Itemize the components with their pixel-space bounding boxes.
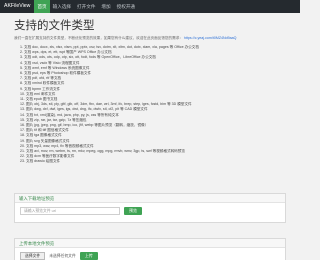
feedback-link[interactable]: https://c.yeaj.com/t0MZ4Nd9aaQ bbox=[184, 36, 237, 40]
format-list-text: 文档 dcm 等医疗数字影像文件 bbox=[26, 154, 75, 159]
preview-button[interactable]: 预览 bbox=[124, 207, 142, 215]
format-list-text: 文档 tga 图像格式文件 bbox=[26, 133, 62, 138]
format-list-text: 图片 jpg, jpeg, png, gif, bmp, ico, jfif, … bbox=[26, 123, 149, 128]
format-list-text: 图片 svg 矢量图像格式文件 bbox=[26, 138, 70, 143]
intro-body: 我们一直在扩展支持的文件类型，不断优化预览的效果，如果您有什么建议，欢迎在此页面… bbox=[14, 36, 183, 40]
format-list-text: 文档 mp3, wav, mp4, flv 等音视频格式文件 bbox=[26, 143, 94, 148]
format-list-number: 15. bbox=[20, 117, 25, 122]
format-list-number: 22. bbox=[20, 154, 25, 159]
format-list-number: 7. bbox=[20, 76, 23, 81]
format-list-number: 5. bbox=[20, 65, 23, 70]
format-list-number: 16. bbox=[20, 123, 25, 128]
format-list-number: 2. bbox=[20, 50, 23, 55]
format-list-number: 12. bbox=[20, 102, 25, 107]
intro-text: 我们一直在扩展支持的文件类型，不断优化预览的效果，如果您有什么建议，欢迎在此页面… bbox=[14, 36, 288, 41]
format-list-number: 4. bbox=[20, 60, 23, 65]
format-list-number: 1. bbox=[20, 45, 23, 49]
nav-item-license[interactable]: 授权开通 bbox=[114, 0, 138, 13]
format-list-number: 19. bbox=[20, 138, 25, 143]
format-list-number: 11. bbox=[20, 97, 25, 102]
file-status: 未选择任何文件 bbox=[49, 253, 76, 258]
format-list-number: 3. bbox=[20, 55, 23, 60]
nav-item-open-file[interactable]: 打开文件 bbox=[74, 0, 98, 13]
url-preview-panel: 输入下载地址预览 请输入预览文件 url 预览 bbox=[14, 193, 286, 223]
format-list-text: 文档 xmind 软件模板文件 bbox=[24, 81, 65, 86]
format-list-number: 10. bbox=[20, 91, 25, 96]
format-list-number: 13. bbox=[20, 107, 25, 112]
upload-button[interactable]: 上传 bbox=[79, 252, 98, 260]
format-list-number: 9. bbox=[20, 86, 23, 91]
format-list-text: 图片 obj, 3ds, stl, ply, gltf, glb, off, 3… bbox=[26, 102, 192, 107]
format-list-item: 23.文档 drawio 绘图文件 bbox=[20, 159, 286, 164]
format-list-number: 23. bbox=[20, 159, 25, 164]
nav-item-input[interactable]: 输入选择 bbox=[50, 0, 74, 13]
format-list-text: 文档 zip, rar, jar, tar, gzip, 7z 等压缩包 bbox=[26, 117, 87, 122]
format-list-number: 21. bbox=[20, 149, 25, 154]
format-list-text: 文档 avi, mov, rm, webm, ts, rm, mkv, mpeg… bbox=[26, 149, 185, 154]
format-list-text: 图片 tif 和 tiff 图信格式文件 bbox=[26, 128, 69, 133]
format-list-text: 文档 psd, eps 等 Photoshop 软件模板文件 bbox=[24, 71, 92, 76]
url-input[interactable]: 请输入预览文件 url bbox=[20, 207, 120, 215]
upload-panel: 上传本地文件预览 选择文件 未选择任何文件 上传 bbox=[14, 238, 286, 260]
format-list-text: 文档 wps, dps, et, ett, wpt 等国产 WPS Office… bbox=[24, 50, 112, 55]
format-list-number: 6. bbox=[20, 71, 23, 76]
choose-file-button[interactable]: 选择文件 bbox=[20, 252, 46, 260]
format-list-text: 文档 eml 邮件文件 bbox=[26, 91, 56, 96]
format-list-text: 文档 odt, ods, ots, odp, otp, six, ott, fo… bbox=[24, 55, 156, 60]
format-list: 1.文档 doc, docx, xls, xlsx, xlsm, ppt, pp… bbox=[14, 45, 288, 165]
nav-item-home[interactable]: 首页 bbox=[34, 0, 50, 13]
brand-logo[interactable]: AKFileView bbox=[0, 0, 34, 13]
page-title: 支持的文件类型 bbox=[14, 20, 95, 32]
top-navbar: AKFileView 首页 输入选择 打开文件 增加 授权开通 bbox=[0, 0, 300, 13]
format-list-text: 文档 doc, docx, xls, xlsx, xlsm, ppt, pptx… bbox=[24, 45, 199, 49]
format-list-number: 17. bbox=[20, 128, 25, 133]
format-list-text: 文档 vsd, vsdx 等 Visio 流程图文件 bbox=[24, 60, 80, 65]
url-panel-title: 输入下载地址预览 bbox=[15, 194, 285, 203]
format-list-number: 8. bbox=[20, 81, 23, 86]
format-list-number: 14. bbox=[20, 112, 25, 117]
format-list-text: 文档 wmf, emf 等 Windows 系统图像文件 bbox=[24, 65, 90, 70]
format-list-text: 文档 pdf, ofd, rtf 等文档 bbox=[24, 76, 62, 81]
format-list-number: 18. bbox=[20, 133, 25, 138]
format-list-text: 文档 txt, xml(渲染), md, java, php, py, js, … bbox=[26, 112, 119, 117]
format-list-number: 20. bbox=[20, 143, 25, 148]
upload-panel-title: 上传本地文件预览 bbox=[15, 239, 285, 248]
main-content: 支持的文件类型 我们一直在扩展支持的文件类型，不断优化预览的效果，如果您有什么建… bbox=[14, 19, 288, 165]
format-list-text: 文档 drawio 绘图文件 bbox=[26, 159, 61, 164]
nav-item-add[interactable]: 增加 bbox=[98, 0, 113, 13]
format-list-text: 图片 dwg, dxf, dwf, iges, igs, dwt, dng, i… bbox=[26, 107, 148, 112]
format-list-text: 文档 bpmn 工作流文件 bbox=[24, 86, 61, 91]
format-list-text: 文档 epub 图书文档 bbox=[25, 97, 58, 102]
